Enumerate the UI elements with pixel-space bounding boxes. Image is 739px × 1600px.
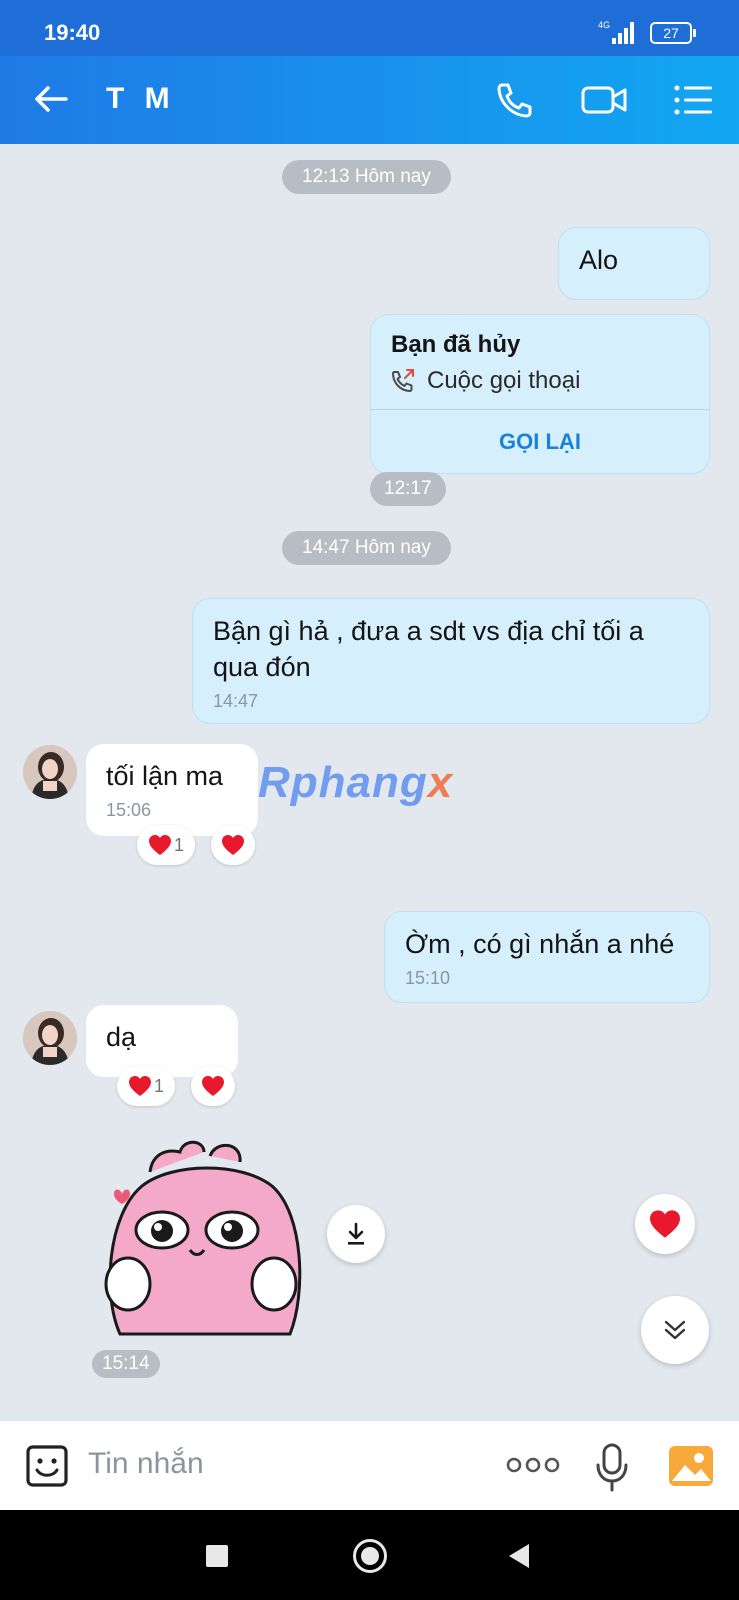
more-options-icon[interactable] bbox=[506, 1457, 560, 1473]
message-list[interactable]: 12:13 Hôm nay Alo Bạn đã hủy Cuộc gọi th… bbox=[0, 144, 739, 1420]
react-heart-button[interactable] bbox=[191, 1066, 235, 1106]
network-type-label: 4G bbox=[598, 20, 610, 30]
call-card-title: Bạn đã hủy bbox=[391, 331, 521, 358]
watermark-logo: Rphangx bbox=[258, 758, 454, 807]
message-time: 15:14 bbox=[92, 1350, 160, 1378]
reaction-summary[interactable]: 1 bbox=[137, 825, 195, 865]
message-time: 14:47 bbox=[213, 691, 259, 711]
home-button-dot bbox=[361, 1547, 379, 1565]
message-bubble-toi-lan-ma[interactable]: tối lận ma 15:06 bbox=[86, 744, 258, 836]
system-nav-bar bbox=[0, 1510, 739, 1600]
reaction-count: 1 bbox=[153, 1075, 164, 1096]
status-time: 19:40 bbox=[44, 20, 101, 45]
date-separator: 14:47 Hôm nay bbox=[282, 531, 451, 565]
home-button[interactable] bbox=[353, 1539, 387, 1573]
image-gallery-icon[interactable] bbox=[668, 1445, 714, 1487]
download-icon bbox=[348, 1222, 364, 1245]
message-time: 15:06 bbox=[106, 800, 152, 820]
message-text: tối lận ma bbox=[106, 761, 224, 791]
message-bubble-busy[interactable]: Bận gì hả , đưa a sdt vs địa chỉ tối a q… bbox=[192, 598, 710, 724]
call-type-label: Cuộc gọi thoại bbox=[427, 367, 581, 394]
message-text: Ờm , có gì nhắn a nhé bbox=[405, 929, 675, 959]
message-bubble-om[interactable]: Ờm , có gì nhắn a nhé 15:10 bbox=[384, 911, 710, 1003]
heart-icon bbox=[202, 1076, 224, 1096]
heart-icon bbox=[650, 1210, 680, 1238]
status-bar: 19:40 4G 27 bbox=[0, 0, 739, 56]
missed-call-icon bbox=[392, 369, 414, 392]
contact-name[interactable]: T M bbox=[106, 82, 176, 116]
message-text: Bận gì hả , đưa a sdt vs địa chỉ tối a q… bbox=[213, 616, 644, 682]
composer-bar: Tin nhắn bbox=[0, 1420, 739, 1510]
date-separator: 12:13 Hôm nay bbox=[282, 160, 451, 194]
avatar[interactable] bbox=[23, 1011, 77, 1065]
video-call-icon[interactable] bbox=[580, 78, 628, 122]
message-bubble-alo[interactable]: Alo bbox=[558, 227, 710, 300]
recent-apps-button[interactable] bbox=[206, 1545, 228, 1567]
phone-icon[interactable] bbox=[492, 78, 536, 122]
call-type-row: Cuộc gọi thoại bbox=[389, 365, 580, 397]
quick-heart-button[interactable] bbox=[635, 1194, 695, 1254]
message-input[interactable]: Tin nhắn bbox=[88, 1447, 204, 1481]
back-nav-icon[interactable] bbox=[507, 1542, 531, 1570]
message-text: dạ bbox=[106, 1022, 137, 1052]
heart-icon bbox=[148, 835, 171, 855]
call-card: Bạn đã hủy Cuộc gọi thoại GỌI LẠI bbox=[370, 314, 710, 474]
sticker-bunny[interactable] bbox=[92, 1134, 312, 1344]
back-arrow-icon[interactable] bbox=[30, 78, 72, 120]
reaction-summary[interactable]: 1 bbox=[117, 1066, 175, 1106]
message-time: 12:17 bbox=[370, 472, 446, 506]
reaction-count: 1 bbox=[173, 834, 184, 855]
battery-icon: 27 bbox=[650, 22, 696, 44]
microphone-icon[interactable] bbox=[594, 1443, 630, 1493]
menu-list-icon[interactable] bbox=[672, 78, 716, 122]
message-time: 15:10 bbox=[405, 968, 451, 988]
avatar[interactable] bbox=[23, 745, 77, 799]
react-heart-button[interactable] bbox=[211, 825, 255, 865]
call-back-button[interactable]: GỌI LẠI bbox=[371, 410, 709, 473]
signal-icon: 4G bbox=[598, 20, 634, 44]
emoji-sticker-icon[interactable] bbox=[24, 1443, 70, 1489]
scroll-to-bottom-button[interactable] bbox=[641, 1296, 709, 1364]
double-chevron-down-icon bbox=[664, 1320, 686, 1340]
message-text: Alo bbox=[579, 245, 619, 275]
heart-icon bbox=[128, 1076, 151, 1096]
heart-icon bbox=[222, 835, 244, 855]
battery-level: 27 bbox=[663, 25, 679, 41]
chat-header: T M bbox=[0, 56, 739, 144]
download-sticker-button[interactable] bbox=[327, 1205, 385, 1263]
